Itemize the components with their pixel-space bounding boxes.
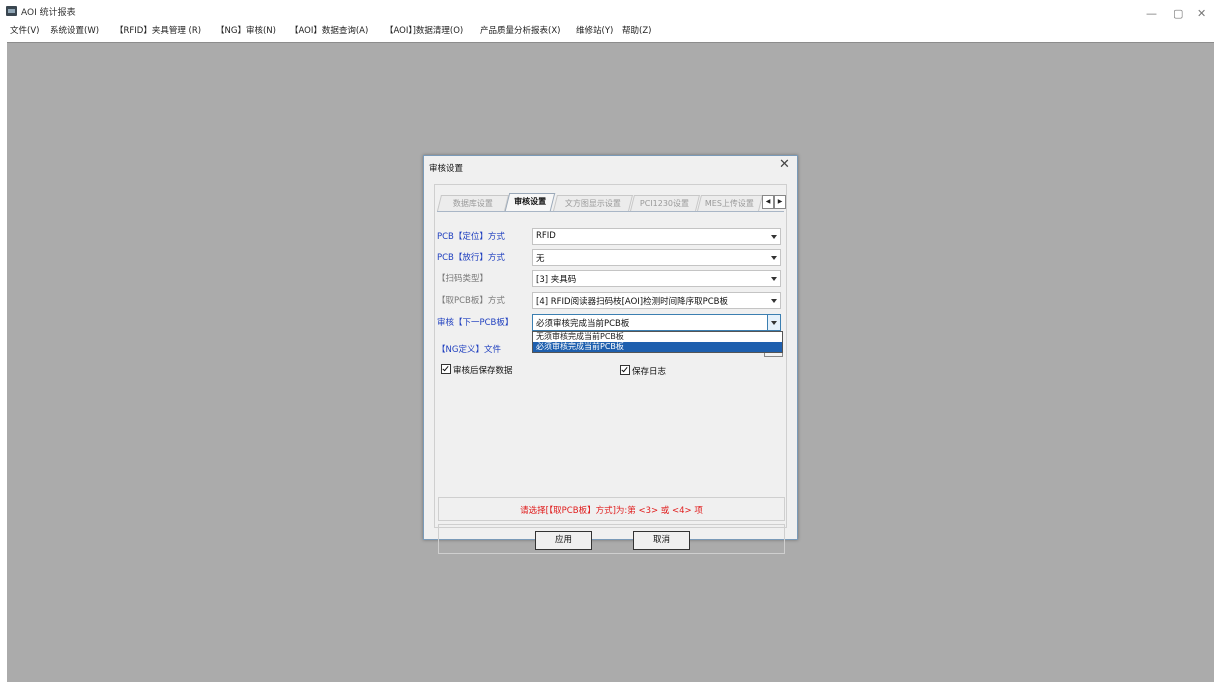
tab-histogram-display[interactable]: 文方图显示设置 bbox=[553, 195, 633, 211]
menu-help[interactable]: 帮助(Z) bbox=[622, 24, 651, 36]
checkbox-checked-icon bbox=[441, 364, 451, 374]
tab-review-settings[interactable]: 审核设置 bbox=[504, 193, 556, 211]
next-pcb-review-select[interactable]: 必须审核完成当前PCB板 bbox=[532, 314, 781, 331]
menu-quality-report[interactable]: 产品质量分析报表(X) bbox=[480, 24, 560, 36]
pick-pcb-method-label: 【取PCB板】方式 bbox=[437, 296, 505, 306]
restore-button[interactable]: ▢ bbox=[1173, 8, 1183, 19]
next-pcb-review-value: 必须审核完成当前PCB板 bbox=[536, 319, 630, 329]
chevron-down-icon bbox=[771, 277, 777, 281]
menu-repair-station[interactable]: 维修站(Y) bbox=[576, 24, 613, 36]
menu-aoi-cleanup[interactable]: 【AOI】]数据清理(O) bbox=[385, 24, 463, 36]
apply-button[interactable]: 应用 bbox=[535, 531, 592, 550]
tab-frame: 数据库设置 审核设置 文方图显示设置 PCI1230设置 MES上传设置 ◀ ▶ … bbox=[434, 184, 787, 554]
dialog-close-icon[interactable]: ✕ bbox=[779, 158, 790, 172]
tab-mes-upload[interactable]: MES上传设置 bbox=[697, 195, 763, 211]
save-log-checkbox[interactable]: 保存日志 bbox=[620, 365, 666, 377]
dialog-title: 审核设置 bbox=[429, 164, 464, 174]
tab-content-review-settings: PCB【定位】方式 RFID PCB【放行】方式 无 【扫码类型】 [3] 夹具… bbox=[437, 211, 785, 554]
pcb-release-label: PCB【放行】方式 bbox=[437, 253, 505, 263]
hint-panel: 请选择[【取PCB板】方式]为:第 <3> 或 <4> 项 bbox=[438, 497, 785, 521]
tab-scroll-left-icon[interactable]: ◀ bbox=[762, 195, 774, 209]
pcb-release-value: 无 bbox=[536, 254, 545, 264]
dropdown-option[interactable]: 无须审核完成当前PCB板 bbox=[533, 332, 782, 342]
pcb-positioning-select[interactable]: RFID bbox=[532, 228, 781, 245]
menu-ng-review[interactable]: 【NG】审核(N) bbox=[216, 24, 276, 36]
tab-scroll-right-icon[interactable]: ▶ bbox=[774, 195, 786, 209]
pcb-positioning-label: PCB【定位】方式 bbox=[437, 232, 505, 242]
minimize-button[interactable]: — bbox=[1146, 8, 1157, 19]
hint-text: 请选择[【取PCB板】方式]为:第 <3> 或 <4> 项 bbox=[520, 506, 703, 516]
window-title: AOI 统计报表 bbox=[21, 8, 76, 18]
tab-scroll-arrows: ◀ ▶ bbox=[762, 195, 786, 209]
chevron-down-icon bbox=[771, 321, 777, 325]
chevron-down-icon bbox=[771, 235, 777, 239]
tab-database-settings[interactable]: 数据库设置 bbox=[437, 195, 509, 211]
chevron-down-icon bbox=[771, 256, 777, 260]
menu-system-settings[interactable]: 系统设置(W) bbox=[50, 24, 99, 36]
tab-strip: 数据库设置 审核设置 文方图显示设置 PCI1230设置 MES上传设置 ◀ ▶ bbox=[435, 193, 786, 211]
ng-definition-file-label: 【NG定义】文件 bbox=[437, 345, 501, 355]
next-pcb-review-label: 审核【下一PCB板】 bbox=[437, 318, 514, 328]
next-pcb-review-dropdown: 无须审核完成当前PCB板 必须审核完成当前PCB板 bbox=[532, 331, 783, 353]
chevron-down-icon bbox=[771, 299, 777, 303]
save-data-checkbox[interactable]: 审核后保存数据 bbox=[441, 364, 513, 376]
cancel-button[interactable]: 取消 bbox=[633, 531, 690, 550]
menu-rfid-fixture[interactable]: 【RFID】夹具管理 (R) bbox=[115, 24, 201, 36]
menu-bar: 文件(V) 系统设置(W) 【RFID】夹具管理 (R) 【NG】审核(N) 【… bbox=[0, 20, 1216, 36]
scan-type-label: 【扫码类型】 bbox=[437, 274, 489, 284]
pick-pcb-method-select[interactable]: [4] RFID阅读器扫码枝[AOI]检测时间降序取PCB板 bbox=[532, 292, 781, 309]
tab-pci1230-settings[interactable]: PCI1230设置 bbox=[630, 195, 700, 211]
title-bar: AOI 统计报表 — ▢ ✕ bbox=[0, 0, 1216, 19]
pick-pcb-method-value: [4] RFID阅读器扫码枝[AOI]检测时间降序取PCB板 bbox=[536, 297, 728, 307]
dropdown-button[interactable] bbox=[767, 315, 780, 330]
pcb-release-select[interactable]: 无 bbox=[532, 249, 781, 266]
app-icon bbox=[6, 6, 17, 16]
review-settings-dialog: 审核设置 ✕ 数据库设置 审核设置 文方图显示设置 PCI1230设置 MES上… bbox=[423, 155, 798, 554]
menu-aoi-query[interactable]: 【AOI】数据查询(A) bbox=[290, 24, 368, 36]
scan-type-value: [3] 夹具码 bbox=[536, 275, 577, 285]
dropdown-option-selected[interactable]: 必须审核完成当前PCB板 bbox=[533, 342, 782, 352]
scan-type-select[interactable]: [3] 夹具码 bbox=[532, 270, 781, 287]
menu-file[interactable]: 文件(V) bbox=[10, 24, 39, 36]
button-panel: 应用 取消 bbox=[438, 524, 785, 554]
close-window-button[interactable]: ✕ bbox=[1197, 8, 1206, 19]
checkbox-checked-icon bbox=[620, 365, 630, 375]
pcb-positioning-value: RFID bbox=[536, 231, 556, 241]
